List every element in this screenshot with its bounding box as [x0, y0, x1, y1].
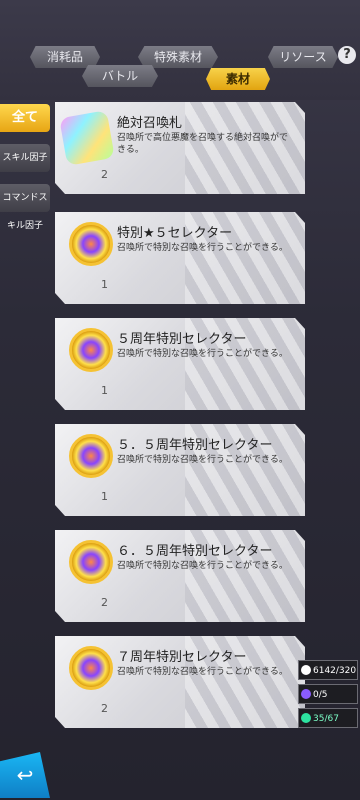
stamina-value: 6142/320: [313, 666, 357, 676]
item-description: 召喚所で特別な召喚を行うことができる。: [117, 455, 288, 465]
item-name: ５周年特別セレクター: [117, 332, 247, 347]
tab-consumables[interactable]: 消耗品: [30, 46, 100, 68]
item-count: 1: [101, 278, 108, 291]
tab-resources[interactable]: リソース: [268, 46, 338, 68]
item-name: 特別★５セレクター: [117, 226, 233, 241]
demon-value: 0/5: [313, 690, 328, 700]
item-count: 1: [101, 384, 108, 397]
selector-icon: [69, 540, 113, 584]
item-name: ７周年特別セレクター: [117, 650, 247, 665]
item-card[interactable]: 2 絶対召喚札 召喚所で高位悪魔を召喚する絶対召喚ができる。: [55, 102, 305, 194]
item-description: 召喚所で特別な召喚を行うことができる。: [117, 667, 288, 677]
item-name: ６．５周年特別セレクター: [117, 544, 273, 559]
item-card[interactable]: 1 特別★５セレクター 召喚所で特別な召喚を行うことができる。: [55, 212, 305, 304]
item-description: 召喚所で特別な召喚を行うことができる。: [117, 349, 288, 359]
item-card[interactable]: 1 ５周年特別セレクター 召喚所で特別な召喚を行うことができる。: [55, 318, 305, 410]
summon-card-icon: [59, 110, 115, 166]
selector-icon: [69, 328, 113, 372]
demon-stat: 0/5: [298, 684, 358, 704]
demon-icon: [301, 689, 311, 699]
back-button[interactable]: ↩: [0, 752, 50, 798]
runner-icon: [301, 665, 311, 675]
item-name: ５．５周年特別セレクター: [117, 438, 273, 453]
side-tab-all[interactable]: 全て: [0, 104, 50, 132]
selector-icon: [69, 646, 113, 690]
item-name: 絶対召喚札: [117, 116, 183, 131]
side-tab-command-skill-factor[interactable]: コマンドスキル因子: [0, 184, 50, 231]
item-description: 召喚所で特別な召喚を行うことができる。: [117, 561, 288, 571]
item-card[interactable]: 2 ７周年特別セレクター 召喚所で特別な召喚を行うことができる。: [55, 636, 305, 728]
item-count: 1: [101, 490, 108, 503]
selector-icon: [69, 222, 113, 266]
selector-icon: [69, 434, 113, 478]
tab-materials[interactable]: 素材: [206, 68, 270, 90]
side-tab-skill-factor[interactable]: スキル因子: [0, 144, 50, 172]
item-count: 2: [101, 168, 108, 181]
item-count: 2: [101, 702, 108, 715]
top-bar: 消耗品 特殊素材 リソース バトル 素材 ?: [0, 0, 360, 100]
energy-value: 35/67: [313, 714, 339, 724]
tab-battle[interactable]: バトル: [82, 65, 158, 87]
item-description: 召喚所で高位悪魔を召喚する絶対召喚ができる。: [117, 133, 289, 155]
item-card[interactable]: 1 ５．５周年特別セレクター 召喚所で特別な召喚を行うことができる。: [55, 424, 305, 516]
item-card[interactable]: 2 ６．５周年特別セレクター 召喚所で特別な召喚を行うことができる。: [55, 530, 305, 622]
tab-special-materials[interactable]: 特殊素材: [138, 46, 218, 68]
stamina-stat: 6142/320: [298, 660, 358, 680]
item-description: 召喚所で特別な召喚を行うことができる。: [117, 243, 288, 253]
energy-stat: 35/67: [298, 708, 358, 728]
help-icon[interactable]: ?: [338, 46, 356, 64]
energy-icon: [301, 713, 311, 723]
item-count: 2: [101, 596, 108, 609]
